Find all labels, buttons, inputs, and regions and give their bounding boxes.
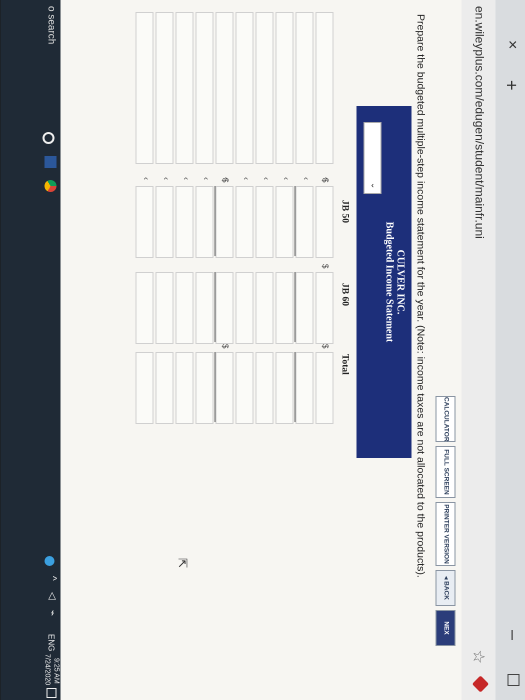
page-content: CALCULATOR FULL SCREEN PRINTER VERSION ◂… [60,0,461,700]
amount-input[interactable] [255,186,273,258]
statement-title: Budgeted Income Statement [383,221,394,343]
amount-input[interactable] [135,272,153,344]
dollar-sign: $ [220,344,229,349]
chevron-down-icon: ‹ [241,177,251,180]
tray-chevron-icon[interactable]: ^ [46,576,57,581]
column-header-jb60: JB 60 [339,283,349,306]
amount-input[interactable] [275,352,293,424]
column-header-total: Total [339,354,349,375]
dollar-sign: $ [320,178,329,183]
volume-icon[interactable]: ◁ [46,592,57,600]
chevron-down-icon: ‹ [201,177,211,180]
subtotal-rule [214,352,215,422]
next-button[interactable]: NEX [435,610,455,646]
mouse-cursor-icon: ⇱ [175,558,189,569]
word-icon[interactable] [44,156,56,168]
cortana-icon[interactable] [42,132,54,144]
new-tab-icon[interactable]: + [500,80,521,91]
chevron-down-icon: ‹ [281,177,291,180]
dollar-sign: $ [320,264,329,269]
back-button[interactable]: ◂ BACK [435,570,455,606]
weather-icon[interactable] [44,556,54,566]
amount-input[interactable] [175,186,193,258]
amount-input[interactable] [135,352,153,424]
line-item-select[interactable]: ‹ [215,12,233,180]
subtotal-rule [214,186,215,256]
amount-input[interactable] [155,272,173,344]
amount-input[interactable] [315,186,333,258]
line-item-select[interactable]: ‹ [195,12,213,180]
dollar-sign: $ [220,178,229,183]
amount-input[interactable] [235,272,253,344]
url-text[interactable]: en.wileyplus.com/edugen/student/mainfr.u… [472,6,486,239]
browser-tab-bar: × + – [495,0,525,700]
close-tab-icon[interactable]: × [502,40,520,49]
chevron-down-icon: ‹ [301,177,311,180]
amount-input[interactable] [255,352,273,424]
subtotal-rule [294,186,295,256]
calculator-button[interactable]: CALCULATOR [435,396,455,442]
amount-input[interactable] [215,352,233,424]
amount-input[interactable] [255,272,273,344]
subtotal-rule [294,272,295,342]
extension-icon[interactable] [471,675,489,693]
chevron-down-icon: ‹ [261,177,271,180]
notifications-icon[interactable] [46,688,56,698]
dollar-sign: $ [320,344,329,349]
column-header-jb50: JB 50 [339,200,349,223]
amount-input[interactable] [195,352,213,424]
minimize-icon[interactable]: – [502,630,523,640]
chrome-icon[interactable] [44,180,56,192]
statement-header: CULVER INC. Budgeted Income Statement ⌄ [356,106,411,458]
amount-input[interactable] [215,272,233,344]
amount-input[interactable] [275,186,293,258]
amount-input[interactable] [155,186,173,258]
line-item-select[interactable]: ‹ [315,12,333,180]
company-name: CULVER INC. [394,249,405,315]
chevron-down-icon: ‹ [161,177,171,180]
network-icon[interactable]: ⌁ [46,610,57,616]
clock-time[interactable]: 9:25 AM [52,658,59,684]
chevron-down-icon: ⌄ [369,182,378,189]
amount-input[interactable] [215,186,233,258]
monitor-screen: × + – en.wileyplus.com/edugen/student/ma… [0,0,525,700]
subtotal-rule [214,272,215,342]
amount-input[interactable] [175,272,193,344]
amount-input[interactable] [195,272,213,344]
printer-version-button[interactable]: PRINTER VERSION [435,502,455,566]
line-item-select[interactable]: ‹ [275,12,293,180]
line-item-select[interactable]: ‹ [235,12,253,180]
address-bar[interactable]: en.wileyplus.com/edugen/student/mainfr.u… [460,0,495,700]
amount-input[interactable] [235,186,253,258]
clock-date[interactable]: 7/24/2020 [43,654,50,685]
period-select[interactable]: ⌄ [363,122,381,194]
amount-input[interactable] [315,352,333,424]
amount-input[interactable] [195,186,213,258]
chevron-down-icon: ‹ [141,177,151,180]
amount-input[interactable] [295,352,313,424]
subtotal-rule [294,352,295,422]
line-item-select[interactable]: ‹ [155,12,173,180]
amount-input[interactable] [295,186,313,258]
line-item-select[interactable]: ‹ [135,12,153,180]
amount-input[interactable] [175,352,193,424]
amount-input[interactable] [135,186,153,258]
language-indicator[interactable]: ENG [46,634,55,651]
line-item-select[interactable]: ‹ [295,12,313,180]
photo-frame: × + – en.wileyplus.com/edugen/student/ma… [0,0,525,700]
line-item-select[interactable]: ‹ [175,12,193,180]
amount-input[interactable] [235,352,253,424]
line-item-select[interactable]: ‹ [255,12,273,180]
amount-input[interactable] [295,272,313,344]
full-screen-button[interactable]: FULL SCREEN [435,446,455,498]
amount-input[interactable] [155,352,173,424]
amount-input[interactable] [275,272,293,344]
maximize-icon[interactable] [507,674,519,686]
chevron-down-icon: ‹ [181,177,191,180]
question-instruction: Prepare the budgeted multiple-step incom… [414,14,426,578]
amount-input[interactable] [315,272,333,344]
bookmark-star-icon[interactable]: ☆ [468,650,488,664]
taskbar-search[interactable]: o search [45,6,56,44]
windows-taskbar: o search ^ ◁ ⌁ ENG 9:25 AM 7/24/2020 [0,0,60,700]
